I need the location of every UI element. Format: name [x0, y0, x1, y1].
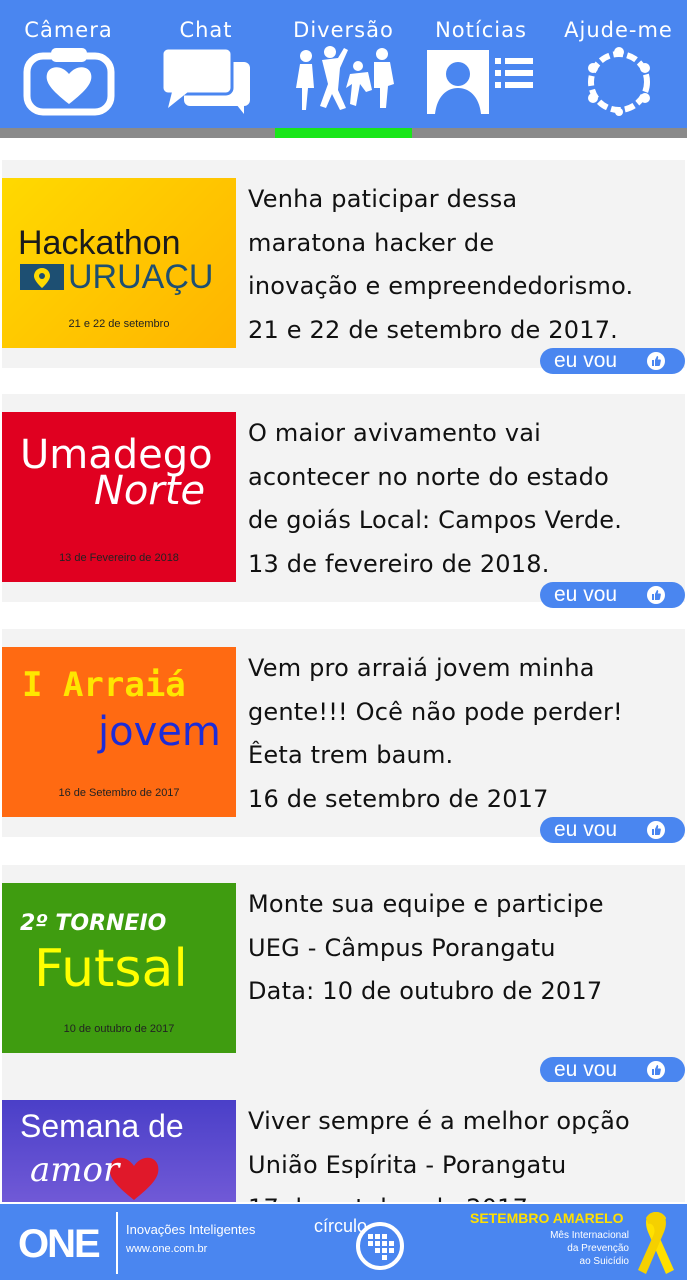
event-card: 2º TORNEIO Futsal 10 de outubro de 2017 … — [2, 865, 685, 1083]
event-poster: Umadego Norte 13 de Fevereiro de 2018 — [2, 412, 236, 582]
one-logo: ONE — [18, 1222, 101, 1266]
yellow-ribbon-icon — [638, 1212, 674, 1274]
event-description: Vem pro arraiá jovem minha gente!!! Ocê … — [248, 654, 623, 813]
one-tagline: Inovações Inteligentes — [126, 1222, 256, 1237]
event-description: Venha paticipar dessa maratona hacker de… — [248, 185, 634, 344]
event-description: O maior avivamento vai acontecer no nort… — [248, 419, 623, 578]
poster-subtitle: URUAÇU — [68, 258, 214, 296]
tab-chat-label: Chat — [179, 18, 233, 42]
eu-vou-label: eu vou — [554, 583, 618, 606]
tab-chat[interactable]: Chat — [137, 0, 275, 128]
eu-vou-label: eu vou — [554, 1058, 618, 1081]
poster-date: 16 de Setembro de 2017 — [58, 787, 180, 799]
event-poster: I Arraiá jovem 16 de Setembro de 2017 — [2, 647, 236, 817]
event-card: Semana de amor Viver sempre é a melhor o… — [2, 1082, 685, 1202]
event-description: Monte sua equipe e participe UEG - Câmpu… — [248, 890, 604, 1005]
poster-date: 21 e 22 de setembro — [68, 318, 170, 330]
tab-ajude-me-label: Ajude-me — [564, 18, 673, 42]
tab-diversao[interactable]: Diversão — [275, 0, 412, 128]
tab-camera[interactable]: Câmera — [0, 0, 137, 128]
eu-vou-label: eu vou — [554, 349, 618, 372]
campaign-subtitle: Mês Internacional da Prevenção ao Suicíd… — [550, 1230, 629, 1267]
tab-diversao-label: Diversão — [293, 18, 394, 42]
tab-ajude-me[interactable]: Ajude-me — [550, 0, 687, 128]
event-poster: Semana de amor — [2, 1100, 236, 1202]
tab-noticias[interactable]: Notícias — [412, 0, 550, 128]
poster-subtitle: amor — [30, 1150, 120, 1190]
top-tab-bar: Câmera Chat Diversão Notícias Ajude-me — [0, 0, 687, 128]
campaign-title: SETEMBRO AMARELO — [470, 1210, 624, 1226]
event-description: Viver sempre é a melhor opção União Espí… — [248, 1107, 630, 1202]
poster-subtitle: jovem — [98, 709, 221, 755]
thumbs-up-icon — [647, 821, 665, 839]
poster-subtitle: Norte — [94, 468, 206, 514]
thumbs-up-icon — [647, 352, 665, 370]
poster-title: I Arraiá — [22, 665, 186, 705]
location-pin-icon — [20, 264, 64, 290]
eu-vou-button[interactable]: eu vou — [540, 1057, 685, 1083]
footer-banner: ONE Inovações Inteligentes www.one.com.b… — [0, 1202, 687, 1280]
event-poster: Hackathon URUAÇU 21 e 22 de setembro — [2, 178, 236, 348]
footer-divider — [0, 1202, 687, 1204]
event-card: I Arraiá jovem 16 de Setembro de 2017 Ve… — [2, 629, 685, 843]
logo-divider — [116, 1212, 118, 1274]
poster-date: 10 de outubro de 2017 — [63, 1023, 175, 1035]
circulo-logo-icon — [356, 1222, 404, 1270]
camera-heart-icon — [21, 44, 117, 120]
tab-noticias-label: Notícias — [435, 18, 527, 42]
event-card: Hackathon URUAÇU 21 e 22 de setembro Ven… — [2, 160, 685, 374]
event-poster: 2º TORNEIO Futsal 10 de outubro de 2017 — [2, 883, 236, 1053]
eu-vou-button[interactable]: eu vou — [540, 817, 685, 843]
active-tab-indicator — [275, 128, 412, 138]
tab-camera-label: Câmera — [24, 18, 113, 42]
people-jumping-icon — [288, 44, 400, 120]
event-feed[interactable]: Hackathon URUAÇU 21 e 22 de setembro Ven… — [0, 138, 687, 1202]
poster-title: Semana de — [20, 1108, 184, 1144]
profile-news-icon — [423, 44, 539, 120]
eu-vou-button[interactable]: eu vou — [540, 582, 685, 608]
eu-vou-label: eu vou — [554, 818, 618, 841]
event-card: Umadego Norte 13 de Fevereiro de 2018 O … — [2, 394, 685, 608]
thumbs-up-icon — [647, 586, 665, 604]
poster-title: 2º TORNEIO — [20, 911, 167, 936]
chat-bubbles-icon — [158, 44, 254, 120]
eu-vou-button[interactable]: eu vou — [540, 348, 685, 374]
hands-circle-icon — [581, 44, 657, 120]
one-url: www.one.com.br — [126, 1243, 208, 1255]
poster-date: 13 de Fevereiro de 2018 — [59, 552, 179, 564]
poster-subtitle: Futsal — [34, 939, 188, 999]
thumbs-up-icon — [647, 1061, 665, 1079]
